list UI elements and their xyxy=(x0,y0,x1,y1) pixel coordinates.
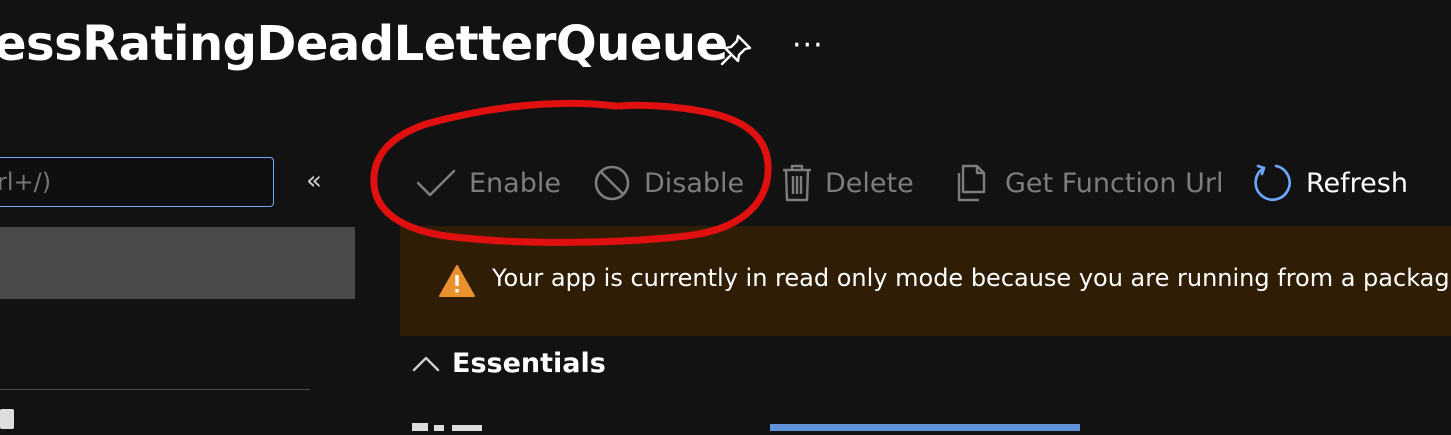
sidebar-item-selected[interactable] xyxy=(0,227,355,299)
delete-button[interactable]: Delete xyxy=(781,160,914,206)
disable-button[interactable]: Disable xyxy=(592,160,744,206)
get-function-url-label: Get Function Url xyxy=(1005,167,1224,199)
more-options-button[interactable]: ··· xyxy=(792,28,824,63)
sidebar-divider xyxy=(0,389,310,390)
pin-icon[interactable] xyxy=(716,30,756,70)
warning-icon xyxy=(438,264,476,298)
enable-label: Enable xyxy=(469,167,561,199)
sidebar-item-partial[interactable] xyxy=(0,409,14,429)
refresh-label: Refresh xyxy=(1306,167,1408,199)
search-box[interactable] xyxy=(0,157,274,207)
trash-icon xyxy=(783,164,811,202)
get-function-url-button[interactable]: Get Function Url xyxy=(953,160,1224,206)
chevron-up-icon[interactable] xyxy=(412,353,440,373)
banner-message: Your app is currently in read only mode … xyxy=(492,264,1451,292)
disable-label: Disable xyxy=(644,167,745,199)
essentials-link-partial[interactable] xyxy=(770,416,1090,431)
delete-label: Delete xyxy=(825,167,914,199)
checkmark-icon xyxy=(416,169,456,197)
collapse-sidebar-button[interactable]: « xyxy=(306,166,322,196)
copy-icon xyxy=(957,164,986,202)
refresh-icon xyxy=(1254,164,1291,201)
search-input[interactable] xyxy=(0,158,273,206)
page-title: essRatingDeadLetterQueue xyxy=(0,16,728,72)
refresh-button[interactable]: Refresh xyxy=(1250,160,1408,206)
essentials-toggle[interactable]: Essentials xyxy=(452,348,606,379)
block-icon xyxy=(594,165,630,201)
essentials-field-partial xyxy=(412,416,532,431)
enable-button[interactable]: Enable xyxy=(415,160,561,206)
